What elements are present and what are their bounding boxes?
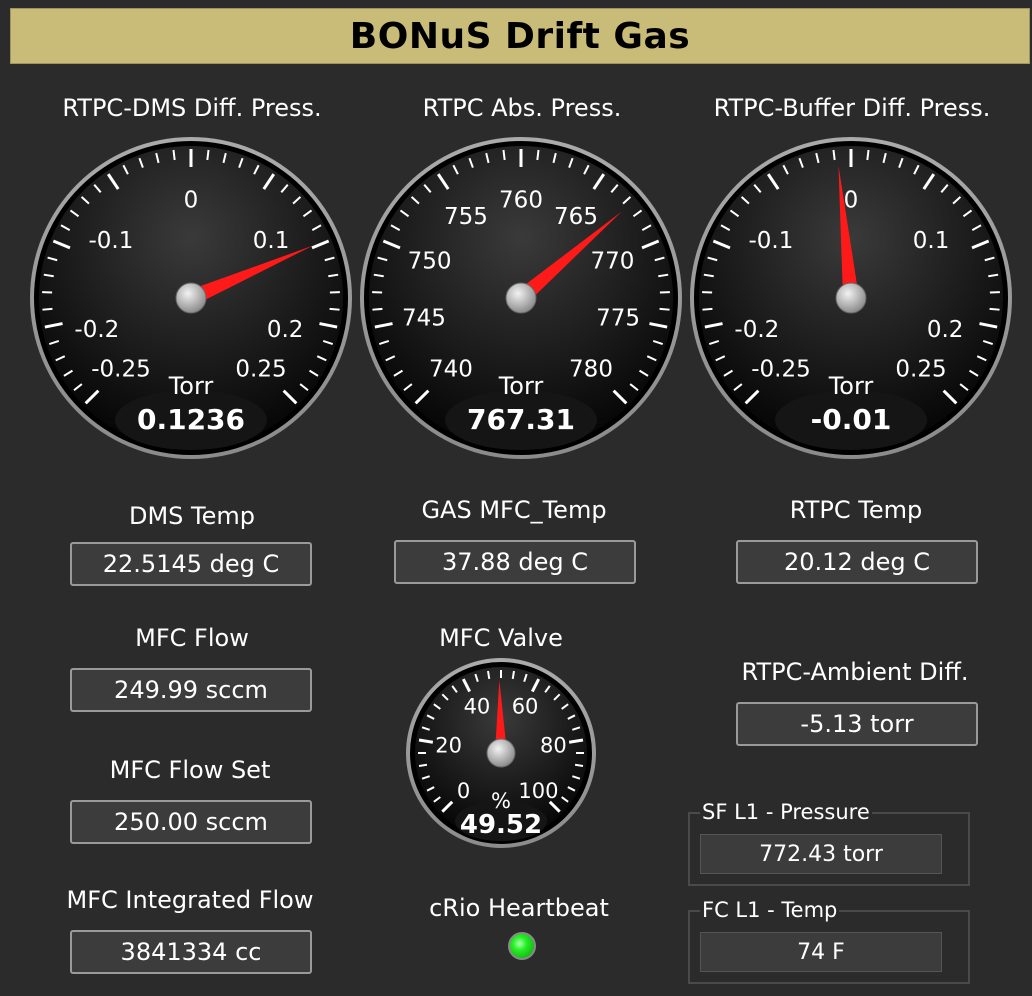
dms-temp-field: 22.5145 deg C bbox=[70, 542, 312, 586]
fc-l1-temp-title: FC L1 - Temp bbox=[700, 898, 840, 922]
abs-gauge-tick-label: 755 bbox=[444, 204, 488, 230]
sf-l1-pressure-group: SF L1 - Pressure 772.43 torr bbox=[688, 800, 970, 886]
mfc-flow-set-label: MFC Flow Set bbox=[109, 756, 271, 784]
buffer-gauge-tick bbox=[832, 149, 836, 161]
abs-gauge-tick-label: 745 bbox=[402, 306, 446, 332]
buffer-gauge-tick-label: -0.1 bbox=[748, 228, 793, 254]
valve-gauge-tick-label: 0 bbox=[457, 779, 470, 803]
dms-gauge-tick-label: 0.2 bbox=[267, 317, 304, 343]
abs-gauge-tick-label: 780 bbox=[569, 356, 613, 382]
mfc-integrated-flow-label: MFC Integrated Flow bbox=[66, 886, 314, 914]
buffer-gauge-tick-label: 0.25 bbox=[895, 356, 946, 382]
rtpc-temp-label: RTPC Temp bbox=[789, 496, 923, 524]
dms-diff-pressure-gauge: -0.25 -0.2 -0.1 0 0.1 0.2 0.25 Torr 0.1236 bbox=[28, 135, 354, 465]
buffer-gauge-tick-label: -0.2 bbox=[734, 317, 779, 343]
heartbeat-label: cRio Heartbeat bbox=[429, 894, 609, 922]
abs-gauge-tick-label: 770 bbox=[591, 248, 635, 274]
mfc-flow-set-field: 250.00 sccm bbox=[70, 800, 312, 844]
buffer-gauge-tick-label: 0 bbox=[844, 187, 859, 213]
rtpc-temp-field: 20.12 deg C bbox=[736, 540, 978, 584]
buffer-gauge-tick-label: -0.25 bbox=[751, 356, 811, 382]
abs-gauge-tick bbox=[502, 149, 506, 161]
valve-gauge-tick bbox=[487, 670, 491, 680]
abs-pressure-gauge: 740 745 750 755 760 765 770 775 780 Torr 767.31 bbox=[358, 135, 684, 465]
valve-gauge-tick-label: 80 bbox=[540, 733, 567, 757]
buffer-gauge-tick bbox=[866, 149, 870, 161]
valve-gauge-hub bbox=[486, 738, 516, 768]
dms-gauge-svg: -0.25 -0.2 -0.1 0 0.1 0.2 0.25 Torr 0.1236 bbox=[30, 137, 352, 459]
abs-gauge-tick bbox=[659, 307, 670, 311]
valve-gauge-tick-label: 60 bbox=[512, 694, 539, 718]
dms-gauge-tick-label: 0.1 bbox=[253, 228, 290, 254]
sf-l1-pressure-title: SF L1 - Pressure bbox=[700, 800, 872, 824]
abs-gauge-svg: 740 745 750 755 760 765 770 775 780 Torr 767.31 bbox=[360, 137, 682, 459]
mfc-valve-label: MFC Valve bbox=[439, 624, 563, 652]
abs-gauge-tick-label: 760 bbox=[499, 187, 543, 213]
dms-gauge-tick bbox=[42, 307, 53, 311]
dms-gauge-tick-label: -0.2 bbox=[74, 317, 119, 343]
buffer-gauge-hub bbox=[835, 282, 867, 314]
buffer-gauge-unit: Torr bbox=[828, 372, 874, 400]
valve-gauge-svg: 02040 6080100%49.52 bbox=[406, 658, 596, 848]
mfc-valve-gauge: 0 20 40 60 80 100% 49.52 bbox=[404, 656, 598, 854]
abs-gauge-tick bbox=[372, 307, 383, 311]
valve-gauge-tick-label: 40 bbox=[464, 694, 491, 718]
valve-gauge-tick bbox=[418, 763, 428, 767]
dms-gauge-tick bbox=[206, 149, 210, 161]
abs-gauge-tick-label: 765 bbox=[554, 204, 598, 230]
page-title: BONuS Drift Gas bbox=[349, 15, 691, 57]
dms-gauge-tick bbox=[329, 307, 340, 311]
buffer-gauge-readout: -0.01 bbox=[811, 403, 892, 436]
abs-gauge-tick bbox=[536, 149, 540, 161]
abs-gauge-label: RTPC Abs. Press. bbox=[422, 94, 622, 122]
gas-mfc-temp-field: 37.88 deg C bbox=[394, 540, 636, 584]
abs-gauge-tick-label: 750 bbox=[408, 248, 452, 274]
valve-gauge-tick-label: 20 bbox=[435, 733, 462, 757]
dms-gauge-tick-label: 0 bbox=[184, 187, 199, 213]
abs-gauge-tick-label: 740 bbox=[429, 356, 473, 382]
buffer-gauge-tick bbox=[702, 307, 713, 311]
rtpc-ambient-diff-label: RTPC-Ambient Diff. bbox=[741, 658, 969, 686]
abs-gauge-tick-label: 775 bbox=[596, 306, 640, 332]
dms-gauge-tick-label: 0.25 bbox=[235, 356, 286, 382]
abs-gauge-unit: Torr bbox=[498, 372, 544, 400]
valve-gauge-tick-label: 100 bbox=[518, 779, 558, 803]
dms-gauge-tick-label: -0.1 bbox=[88, 228, 133, 254]
buffer-gauge-tick-label: 0.2 bbox=[927, 317, 964, 343]
dms-gauge-tick bbox=[172, 149, 176, 161]
dms-gauge-readout: 0.1236 bbox=[137, 403, 245, 436]
buffer-gauge-label: RTPC-Buffer Diff. Press. bbox=[713, 94, 991, 122]
gas-mfc-temp-label: GAS MFC_Temp bbox=[421, 496, 607, 524]
buffer-gauge-svg: -0.25 -0.2 -0.1 0 0.1 0.2 0.25 Torr -0.01 bbox=[690, 137, 1012, 459]
rtpc-ambient-diff-field: -5.13 torr bbox=[736, 702, 978, 746]
dms-gauge-label: RTPC-DMS Diff. Press. bbox=[62, 94, 322, 122]
dms-gauge-hub bbox=[175, 282, 207, 314]
valve-gauge-tick bbox=[511, 670, 515, 680]
dms-gauge-tick-label: -0.25 bbox=[91, 356, 151, 382]
sf-l1-pressure-field: 772.43 torr bbox=[700, 834, 942, 874]
buffer-gauge-tick bbox=[989, 307, 1000, 311]
fc-l1-temp-field: 74 F bbox=[700, 932, 942, 972]
valve-gauge-tick bbox=[574, 763, 584, 767]
dms-temp-label: DMS Temp bbox=[128, 502, 256, 530]
buffer-diff-pressure-gauge: -0.25 -0.2 -0.1 0 0.1 0.2 0.25 Torr -0.01 bbox=[688, 135, 1014, 465]
mfc-flow-field: 249.99 sccm bbox=[70, 668, 312, 712]
fc-l1-temp-group: FC L1 - Temp 74 F bbox=[688, 898, 970, 984]
abs-gauge-hub bbox=[505, 282, 537, 314]
valve-gauge-readout: 49.52 bbox=[460, 810, 542, 840]
dms-gauge-unit: Torr bbox=[168, 372, 214, 400]
mfc-flow-label: MFC Flow bbox=[135, 624, 249, 652]
abs-gauge-readout: 767.31 bbox=[467, 403, 575, 436]
heartbeat-led-icon bbox=[508, 932, 536, 960]
mfc-integrated-flow-field: 3841334 cc bbox=[70, 930, 312, 974]
buffer-gauge-tick-label: 0.1 bbox=[913, 228, 950, 254]
title-bar: BONuS Drift Gas bbox=[10, 8, 1030, 64]
